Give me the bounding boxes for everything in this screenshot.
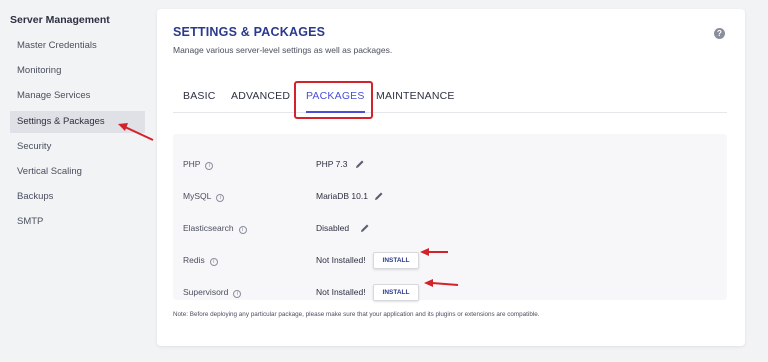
info-icon[interactable]: i	[238, 226, 247, 234]
info-icon[interactable]: i	[233, 290, 242, 298]
package-value-mysql: MariaDB 10.1	[316, 191, 368, 201]
package-row-mysql: MySQL i MariaDB 10.1	[173, 182, 727, 214]
sidebar-item-backups[interactable]: Backups	[10, 186, 145, 208]
info-icon[interactable]: i	[209, 258, 218, 266]
page-title: SETTINGS & PACKAGES	[173, 25, 326, 39]
sidebar: Server Management Master Credentials Mon…	[0, 0, 150, 362]
install-redis-button[interactable]: INSTALL	[373, 252, 419, 269]
sidebar-item-vertical-scaling[interactable]: Vertical Scaling	[10, 161, 145, 183]
sidebar-item-manage-services[interactable]: Manage Services	[10, 85, 145, 107]
packages-table: PHP i PHP 7.3 MySQL i MariaDB 10.1 Elastic…	[173, 134, 727, 301]
tab-highlight-box	[294, 81, 373, 119]
tab-maintenance[interactable]: MAINTENANCE	[376, 81, 455, 113]
package-row-elasticsearch: Elasticsearch i Disabled	[173, 214, 727, 246]
package-label: PHP	[183, 159, 201, 169]
sidebar-item-monitoring[interactable]: Monitoring	[10, 60, 145, 82]
sidebar-item-smtp[interactable]: SMTP	[10, 211, 145, 233]
sidebar-item-security[interactable]: Security	[10, 136, 145, 158]
tab-basic[interactable]: BASIC	[183, 81, 216, 113]
pencil-icon[interactable]	[374, 191, 384, 201]
package-label: MySQL	[183, 191, 212, 201]
package-value-elasticsearch: Disabled	[316, 223, 350, 233]
package-name-supervisord: Supervisord i	[183, 287, 242, 298]
sidebar-item-master-credentials[interactable]: Master Credentials	[10, 35, 145, 57]
compatibility-note: Note: Before deploying any particular pa…	[173, 311, 540, 318]
package-name-redis: Redis i	[183, 255, 218, 266]
tab-advanced[interactable]: ADVANCED	[231, 81, 290, 113]
package-name-php: PHP i	[183, 159, 214, 170]
install-supervisord-button[interactable]: INSTALL	[373, 284, 419, 301]
settings-card: SETTINGS & PACKAGES Manage various serve…	[157, 9, 745, 346]
package-row-php: PHP i PHP 7.3	[173, 150, 727, 182]
package-name-mysql: MySQL i	[183, 191, 225, 202]
package-value-supervisord: Not Installed!	[316, 287, 366, 297]
sidebar-heading: Server Management	[10, 14, 110, 26]
package-label: Elasticsearch	[183, 223, 234, 233]
package-row-supervisord: Supervisord i Not Installed! INSTALL	[173, 278, 727, 310]
info-icon[interactable]: i	[205, 162, 214, 170]
package-name-elasticsearch: Elasticsearch i	[183, 223, 247, 234]
package-label: Supervisord	[183, 287, 229, 297]
info-icon[interactable]: i	[216, 194, 225, 202]
tab-bar: BASIC ADVANCED PACKAGES MAINTENANCE	[173, 81, 727, 113]
pencil-icon[interactable]	[355, 159, 365, 169]
help-icon[interactable]: ?	[714, 28, 725, 39]
page-subtitle: Manage various server-level settings as …	[173, 45, 393, 55]
package-value-redis: Not Installed!	[316, 255, 366, 265]
pencil-icon[interactable]	[360, 223, 370, 233]
sidebar-item-settings-packages[interactable]: Settings & Packages	[10, 111, 145, 133]
package-row-redis: Redis i Not Installed! INSTALL	[173, 246, 727, 278]
package-value-php: PHP 7.3	[316, 159, 348, 169]
package-label: Redis	[183, 255, 205, 265]
